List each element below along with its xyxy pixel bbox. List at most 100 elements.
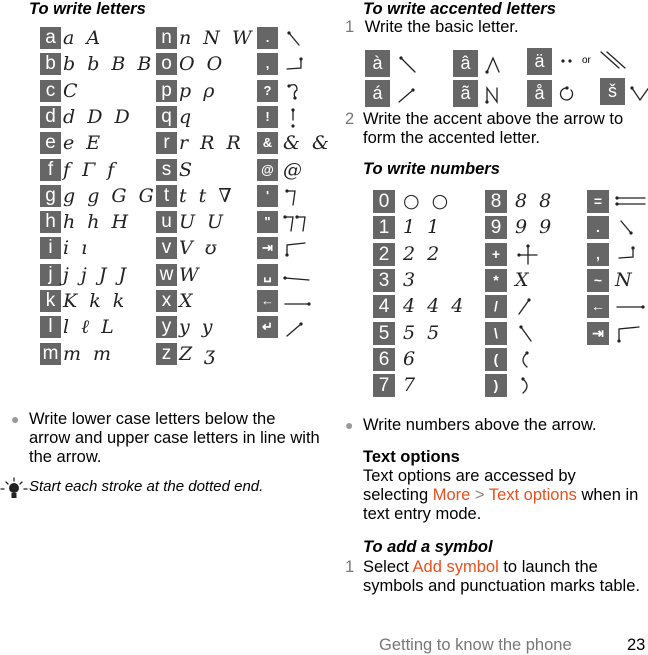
accent-stroke-3 — [398, 88, 415, 103]
stroke-sample-v: V ʊ — [179, 237, 220, 260]
key-space: ␣ — [257, 263, 278, 286]
step-text: Write the accent above the arrow to form… — [363, 110, 624, 147]
page-number: 23 — [627, 636, 646, 654]
stroke-sample-num-1: 1 1 — [403, 216, 443, 239]
key-num-5: 5 — [373, 321, 395, 345]
accent-stroke-6 — [630, 86, 648, 102]
accent-stroke-0 — [399, 56, 416, 73]
key-num-1: 9 — [485, 216, 507, 240]
key-num-2: + — [485, 242, 507, 266]
key-num-6: 6 — [373, 347, 395, 371]
key-num-3: * — [485, 268, 507, 292]
key-accent-1: â — [453, 50, 478, 77]
stroke-sample-exclamation — [291, 108, 295, 128]
key-r: r — [156, 132, 177, 155]
key-q: q — [156, 105, 177, 128]
key-comma: , — [257, 53, 278, 76]
stroke-sample-quote — [283, 215, 306, 232]
key-num3-1: . — [587, 216, 609, 240]
stroke-sample-space — [283, 276, 310, 281]
key-f: f — [40, 158, 61, 181]
key-num3-5: ⇥ — [587, 321, 609, 345]
stroke-sample-num3-3: N — [615, 268, 635, 291]
stroke-sample-period — [287, 31, 300, 46]
key-j: j — [40, 263, 61, 286]
key-num3-4: ← — [587, 295, 609, 319]
step-number: 2 — [345, 110, 355, 128]
stroke-sample-j: j j J J — [63, 263, 130, 286]
more-link[interactable]: More — [433, 486, 471, 504]
key-num-0: 0 — [373, 190, 395, 213]
key-num3-3: ~ — [587, 268, 609, 292]
stroke-sample-num-6: 6 — [403, 347, 419, 370]
stroke-sample-num3-1 — [620, 220, 633, 235]
key-accent-2: ä — [527, 48, 552, 75]
stroke-sample-num-0: ○ ○ — [403, 190, 452, 212]
key-u: u — [156, 211, 177, 234]
key-p: p — [156, 79, 177, 102]
stroke-sample-t: t t ∇ — [179, 184, 235, 207]
key-num-5: \ — [485, 321, 507, 345]
stroke-sample-d: d D D — [63, 105, 133, 128]
stroke-sample-num2-1: 9 9 — [515, 216, 555, 239]
stroke-sample-num3-2 — [618, 245, 635, 259]
stroke-sample-num2-2 — [517, 243, 538, 265]
key-h: h — [40, 211, 61, 234]
stroke-sample-num2-5 — [519, 324, 532, 342]
key-question: ? — [257, 79, 278, 102]
key-period: . — [257, 27, 278, 49]
stroke-sample-u: U U — [179, 211, 227, 234]
double-slash-stroke — [600, 51, 626, 69]
stroke-sample-w: W — [179, 263, 202, 286]
or-label: or — [582, 55, 591, 66]
stroke-sample-b: b b B B — [63, 53, 155, 76]
key-a: a — [40, 27, 61, 49]
stroke-sample-num2-3: X — [515, 268, 532, 291]
key-num-3: 3 — [373, 268, 395, 292]
key-num-6: ( — [485, 347, 507, 371]
tip-text: Start each stroke at the dotted end. — [29, 478, 264, 495]
stroke-sample-y: y y — [179, 316, 216, 339]
key-d: d — [40, 105, 61, 128]
accent-stroke-1 — [485, 56, 500, 74]
add-symbol-link[interactable]: Add symbol — [413, 558, 499, 576]
accent-stroke-5 — [559, 86, 574, 101]
stroke-sample-ampersand: & & — [283, 132, 332, 155]
key-n: n — [156, 27, 177, 49]
stroke-sample-num-2: 2 2 — [403, 242, 443, 265]
numbers-bullet: ● Write numbers above the arrow. — [345, 416, 597, 435]
stroke-sample-l: l ℓ L — [63, 316, 117, 339]
key-t: t — [156, 184, 177, 207]
stroke-sample-at: @ — [283, 158, 305, 181]
stroke-sample-m: m m — [63, 342, 115, 365]
key-w: w — [156, 263, 177, 286]
stroke-sample-k: K k k — [63, 290, 128, 312]
key-l: l — [40, 316, 61, 339]
key-g: g — [40, 184, 61, 207]
stroke-sample-g: g g G G — [63, 184, 157, 207]
key-accent-4: ã — [453, 80, 478, 107]
stroke-sample-h: h h H — [63, 211, 132, 234]
stroke-sample-c: C — [63, 79, 81, 102]
key-y: y — [156, 316, 177, 339]
stroke-sample-num2-4 — [518, 298, 531, 315]
stroke-sample-p: p ρ — [179, 79, 218, 102]
numbers-bullet-text: Write numbers above the arrow. — [363, 416, 597, 434]
stroke-sample-num3-5 — [617, 325, 640, 343]
add-symbol-heading: To add a symbol — [363, 538, 493, 556]
stroke-sample-r: r R R — [179, 132, 244, 155]
key-num-7: ) — [485, 374, 507, 398]
key-ampersand: & — [257, 132, 278, 155]
key-enter: ↵ — [257, 316, 278, 339]
stroke-sample-num2-6 — [522, 351, 529, 368]
stroke-sample-num-3: 3 — [403, 268, 419, 291]
key-c: c — [40, 79, 61, 102]
key-quote: " — [257, 211, 278, 234]
dots-stroke — [561, 59, 572, 63]
key-num-2: 2 — [373, 242, 395, 266]
accent-stroke-4 — [485, 85, 498, 105]
key-z: z — [156, 342, 177, 365]
key-at: @ — [257, 158, 278, 181]
stroke-sample-q: q — [179, 105, 195, 128]
text-options-link[interactable]: Text options — [489, 486, 577, 504]
